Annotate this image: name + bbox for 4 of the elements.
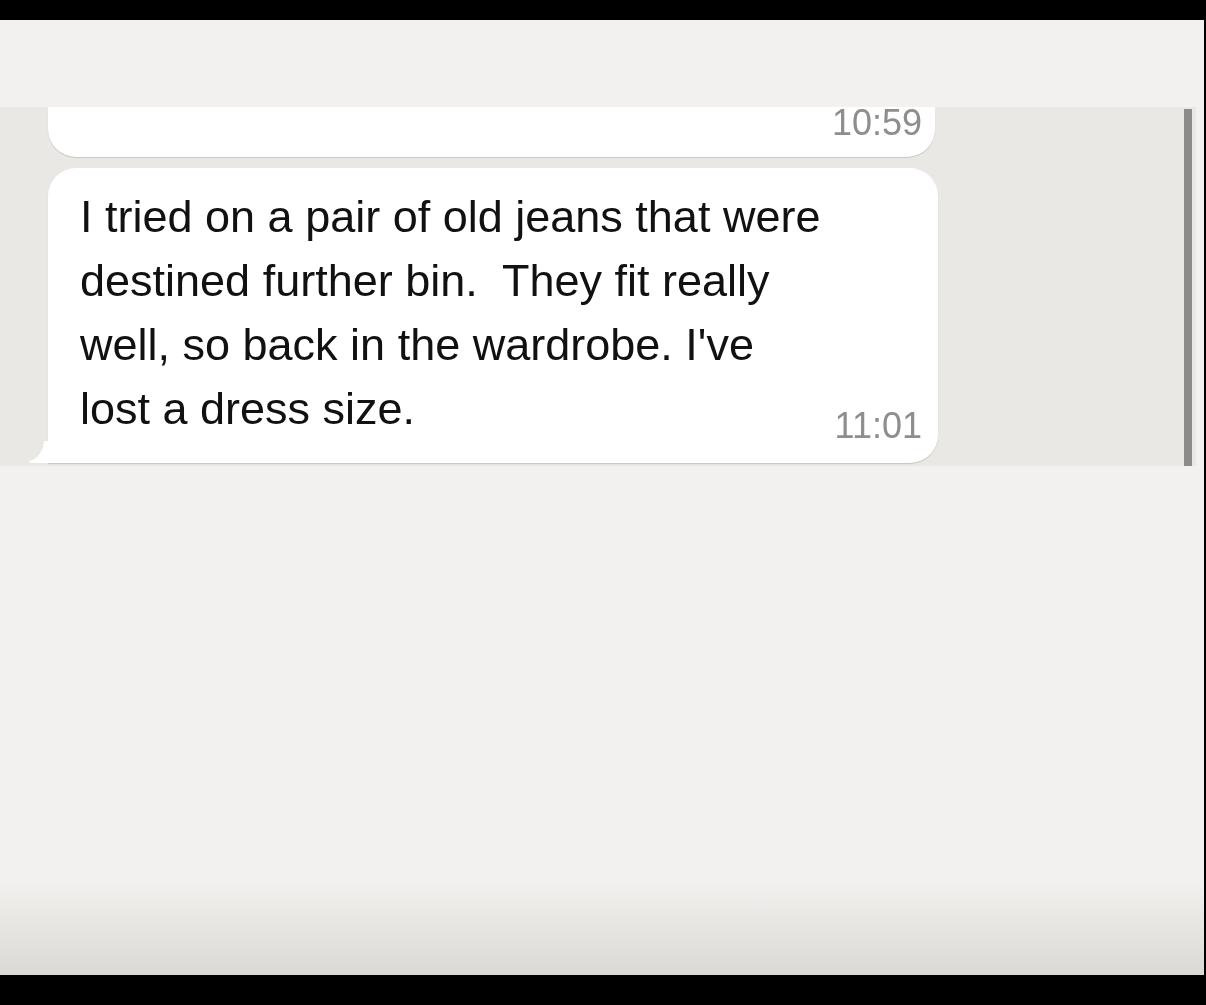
message-text: I tried on a pair of old jeans that were destined further bin. They fit really well, so back in the wardrobe. I've lost a dress size.	[80, 190, 822, 436]
message-time: 11:01	[834, 411, 922, 441]
message-time: 10:59	[831, 108, 922, 138]
scrollbar[interactable]	[1184, 109, 1192, 466]
